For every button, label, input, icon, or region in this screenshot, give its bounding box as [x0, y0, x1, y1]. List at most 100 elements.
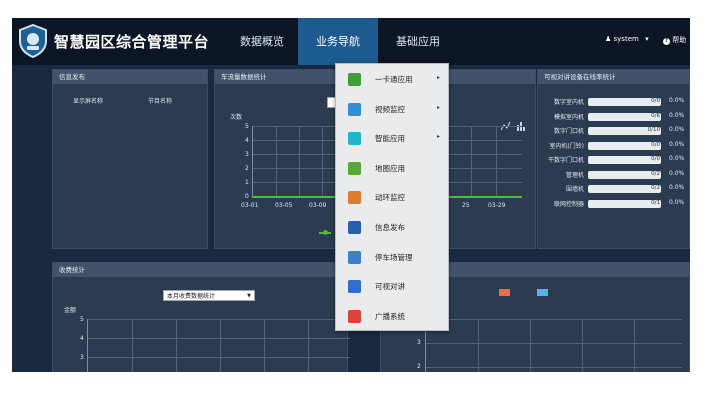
charge-range-select[interactable]: 本月收费数据统计 ▼	[163, 290, 255, 301]
submenu-arrow-icon: ▸	[437, 133, 441, 141]
device-count: 0/6	[651, 112, 660, 119]
map-icon	[348, 161, 361, 175]
publish-icon	[348, 221, 361, 234]
broadcast-icon	[348, 309, 361, 323]
y-tick: 1	[245, 179, 249, 186]
menu-item-label: 广播系统	[375, 311, 405, 321]
device-label: 管理机	[565, 171, 584, 179]
top-navigation-bar: 智慧园区综合管理平台 数据概览 业务导航 基础应用 ♟ system ▾ ? 帮…	[12, 18, 690, 65]
device-percent: 0.0%	[669, 111, 685, 119]
traffic-chart-grid	[252, 126, 347, 197]
parking-icon	[348, 250, 361, 264]
menu-item-parking[interactable]: 停车场管理	[336, 243, 450, 273]
device-count: 0/2	[651, 170, 660, 177]
device-label: 围墙机	[565, 186, 584, 193]
traffic-chart-grid-right	[446, 126, 522, 197]
y-tick: 4	[245, 137, 249, 144]
online-rate-bar: 0/0	[588, 98, 661, 106]
online-rate-bar: 0/6	[588, 112, 661, 121]
menu-item-broadcast[interactable]: 广播系统	[336, 302, 450, 332]
device-label: 数字门口机	[553, 128, 584, 135]
device-count: 0/1	[651, 199, 660, 206]
traffic-statistics-panel-right: 25 03-29	[446, 69, 536, 249]
smart-icon	[348, 132, 361, 146]
device-percent: 0.0%	[669, 184, 685, 191]
help-label: 帮助	[672, 36, 687, 44]
device-row: 模拟室内机 0/6 0.0%	[538, 112, 688, 123]
nav-tab-business-navigation[interactable]: 业务导航	[298, 18, 378, 65]
x-tick: 25	[462, 202, 470, 209]
user-menu[interactable]: ♟ system ▾	[605, 35, 649, 43]
menu-item-label: 智能应用	[375, 134, 405, 144]
online-rate-bar: 0/10	[588, 127, 661, 135]
device-count: 0/2	[651, 185, 660, 191]
menu-item-smart[interactable]: 智能应用 ▸	[336, 124, 450, 154]
device-row: 围墙机 0/2 0.0%	[538, 184, 688, 195]
menu-item-label: 地图应用	[375, 163, 405, 173]
device-row: 干数字门口机 0/0 0.0%	[538, 155, 688, 166]
app-window: 智慧园区综合管理平台 数据概览 业务导航 基础应用 ♟ system ▾ ? 帮…	[12, 18, 690, 372]
y-tick: 3	[80, 354, 84, 361]
chevron-down-icon: ▾	[645, 35, 649, 43]
menu-item-label: 一卡通应用	[375, 75, 413, 84]
nav-tab-data-overview[interactable]: 数据概览	[222, 18, 302, 65]
panel-title: 收费统计	[53, 263, 347, 277]
menu-item-environment[interactable]: 动环监控	[336, 183, 450, 213]
x-tick: 03-05	[275, 202, 293, 209]
online-rate-bar: 0/2	[588, 170, 661, 179]
menu-item-publish[interactable]: 信息发布	[336, 213, 450, 243]
platform-title: 智慧园区综合管理平台	[54, 33, 210, 51]
y-tick: 3	[245, 151, 249, 158]
x-tick: 03-01	[241, 202, 259, 209]
info-publish-panel: 信息发布 显示屏名称 节目名称	[52, 69, 208, 249]
menu-item-map[interactable]: 地图应用	[336, 154, 450, 184]
menu-item-label: 可视对讲	[375, 282, 405, 292]
business-navigation-dropdown: 一卡通应用 ▸ 视频监控 ▸ 智能应用 ▸ 地图应用动环监控信息发布停车场管理可视对讲广播系…	[335, 63, 449, 331]
device-row: 管理机 0/2 0.0%	[538, 170, 688, 181]
device-count: 0/0	[651, 156, 660, 162]
device-percent: 0.0%	[669, 169, 685, 177]
online-rate-bar: 0/2	[588, 185, 661, 193]
panel-title: 可视对讲设备在线率统计	[538, 70, 689, 84]
device-label: 联网控制器	[553, 200, 584, 208]
menu-item-intercom[interactable]: 可视对讲	[336, 272, 450, 302]
menu-item-card[interactable]: 一卡通应用 ▸	[336, 65, 450, 95]
online-rate-bar: 0/0	[588, 141, 661, 150]
device-count: 0/0	[651, 141, 660, 148]
username: system	[613, 35, 639, 43]
device-count: 0/0	[651, 98, 660, 104]
device-percent: 0.0%	[669, 97, 685, 104]
legend-swatch-blue	[537, 289, 548, 296]
menu-item-camera[interactable]: 视频监控 ▸	[336, 95, 450, 125]
submenu-arrow-icon: ▸	[437, 103, 441, 111]
device-row: 数字室内机 0/0 0.0%	[538, 97, 688, 108]
traffic-series-line	[252, 196, 346, 198]
y-tick: 5	[80, 316, 84, 323]
menu-item-label: 信息发布	[375, 223, 405, 232]
column-header-screen-name: 显示屏名称	[73, 98, 104, 105]
y-axis-label: 金额	[64, 307, 77, 314]
y-axis-label: 次数	[230, 114, 243, 121]
menu-item-label: 动环监控	[375, 193, 405, 203]
y-tick: 2	[245, 165, 249, 172]
traffic-statistics-panel: 车流量数据统计 ​ 次数 5 4 3 2 1 0 03-01 03-05 03-…	[214, 69, 347, 249]
charge-statistics-panel: 收费统计 本月收费数据统计 ▼ 金额 5 4 3	[52, 262, 350, 372]
menu-item-label: 视频监控	[375, 104, 405, 114]
device-row: 联网控制器 0/1 0.0%	[538, 199, 688, 210]
screenshot-canvas: 智慧园区综合管理平台 数据概览 业务导航 基础应用 ♟ system ▾ ? 帮…	[0, 0, 720, 402]
park-logo-icon	[19, 24, 47, 58]
device-online-rate-panel: 可视对讲设备在线率统计 数字室内机 0/0 0.0% 模拟室内机 0/6 0.0% 数字门口…	[537, 69, 690, 249]
card-icon	[348, 73, 361, 86]
device-label: 模拟室内机	[553, 113, 584, 121]
device-percent: 0.0%	[669, 155, 685, 162]
device-row: 室内机(门铃) 0/0 0.0%	[538, 141, 688, 152]
device-count: 0/10	[647, 127, 660, 133]
submenu-arrow-icon: ▸	[437, 74, 441, 81]
device-label: 数字室内机	[553, 99, 584, 106]
camera-icon	[348, 102, 361, 116]
y-tick: 2	[417, 363, 421, 370]
help-link[interactable]: ? 帮助	[663, 35, 686, 45]
nav-tab-basic-applications[interactable]: 基础应用	[379, 18, 457, 65]
environment-icon	[348, 191, 361, 205]
chart-grid	[425, 319, 682, 372]
